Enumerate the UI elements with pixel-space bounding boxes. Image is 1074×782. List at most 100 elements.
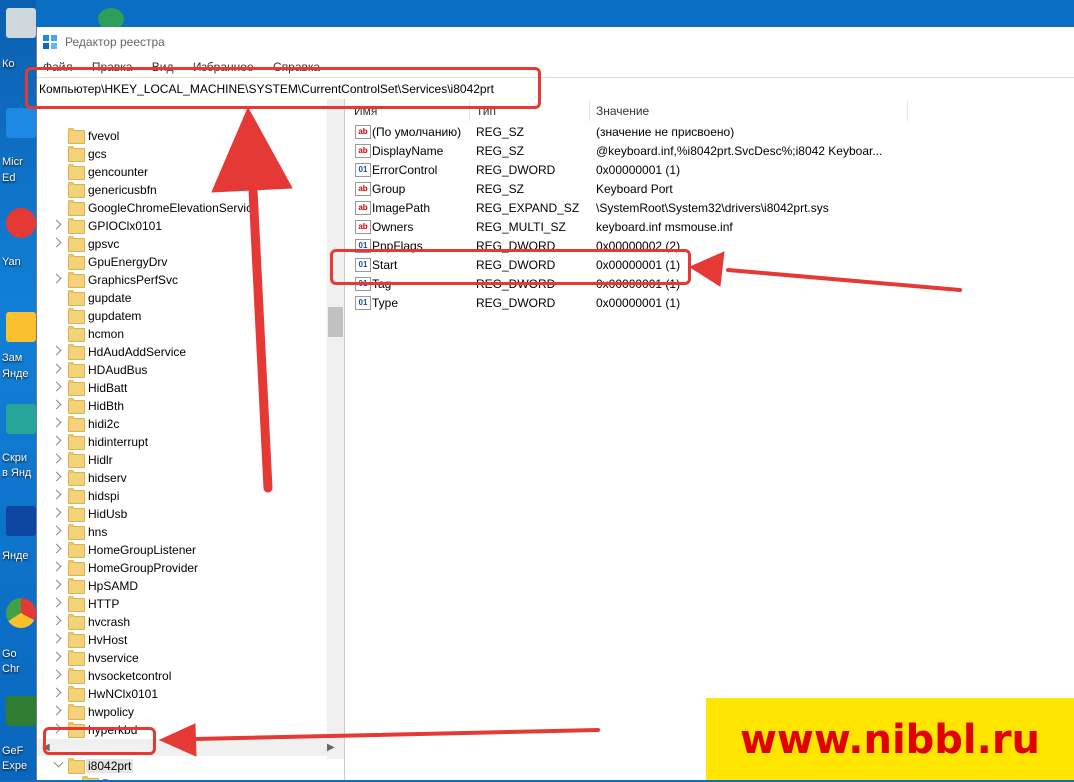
string-value-icon: ab bbox=[355, 125, 371, 139]
tree-item[interactable]: GraphicsPerfSvc bbox=[37, 271, 337, 289]
value-row[interactable]: 01 Type REG_DWORD 0x00000001 (1) bbox=[348, 293, 1068, 312]
tree-item[interactable]: HomeGroupListener bbox=[37, 541, 337, 559]
chevron-right-icon[interactable] bbox=[51, 453, 62, 464]
chevron-right-icon[interactable] bbox=[51, 561, 62, 572]
tree-item[interactable]: GPIOClx0101 bbox=[37, 217, 337, 235]
tree-item[interactable]: i8042prt bbox=[37, 757, 337, 775]
tree-item[interactable]: hidi2c bbox=[37, 415, 337, 433]
chevron-right-icon[interactable] bbox=[51, 615, 62, 626]
chevron-right-icon[interactable] bbox=[51, 471, 62, 482]
folder-icon bbox=[68, 650, 85, 666]
yandex-disk-icon[interactable] bbox=[6, 506, 36, 536]
tree-item[interactable]: hvcrash bbox=[37, 613, 337, 631]
geforce-icon[interactable] bbox=[6, 696, 36, 726]
value-row[interactable]: ab Group REG_SZ Keyboard Port bbox=[348, 179, 1068, 198]
value-row[interactable]: ab (По умолчанию) REG_SZ (значение не присв… bbox=[348, 122, 1068, 141]
tree-item[interactable]: HTTP bbox=[37, 595, 337, 613]
tree-item[interactable]: hidinterrupt bbox=[37, 433, 337, 451]
value-type: REG_DWORD bbox=[476, 296, 556, 310]
title-bar[interactable]: Редактор реестра bbox=[37, 27, 1074, 57]
chevron-right-icon[interactable] bbox=[51, 237, 62, 248]
value-data: 0x00000001 (1) bbox=[596, 163, 681, 177]
tree-item[interactable]: hns bbox=[37, 523, 337, 541]
tree-item[interactable]: hcmon bbox=[37, 325, 337, 343]
tree-scroll-thumb[interactable] bbox=[328, 307, 343, 337]
tree-item[interactable]: HDAudBus bbox=[37, 361, 337, 379]
value-row[interactable]: ab DisplayName REG_SZ @keyboard.inf,%i8042p… bbox=[348, 141, 1068, 160]
tree-item[interactable]: HpSAMD bbox=[37, 577, 337, 595]
chevron-right-icon[interactable] bbox=[51, 381, 62, 392]
edge-icon[interactable] bbox=[6, 108, 36, 138]
notes-icon[interactable] bbox=[6, 312, 36, 342]
tree-item[interactable]: fvevol bbox=[37, 127, 337, 145]
chevron-right-icon[interactable] bbox=[51, 687, 62, 698]
tree-item[interactable]: HidUsb bbox=[37, 505, 337, 523]
tree-item-label: HidBth bbox=[88, 399, 125, 413]
folder-icon bbox=[68, 200, 85, 216]
tree-item[interactable]: genericusbfn bbox=[37, 181, 337, 199]
registry-editor-window: Редактор реестра Файл Правка Вид Избранн… bbox=[36, 27, 1074, 780]
tree-item[interactable]: gcs bbox=[37, 145, 337, 163]
tree-item[interactable]: Hidlr bbox=[37, 451, 337, 469]
chevron-right-icon[interactable] bbox=[51, 633, 62, 644]
chevron-down-icon[interactable] bbox=[53, 757, 64, 768]
tree-item[interactable]: Parameters bbox=[51, 775, 344, 780]
chrome-icon[interactable] bbox=[6, 598, 36, 628]
window-title: Редактор реестра bbox=[65, 35, 165, 49]
tree-item[interactable]: gencounter bbox=[37, 163, 337, 181]
chevron-right-icon[interactable] bbox=[51, 525, 62, 536]
tree-item[interactable]: hidspi bbox=[37, 487, 337, 505]
tree-item[interactable]: hwpolicy bbox=[37, 703, 337, 721]
tree-item[interactable]: HwNClx0101 bbox=[37, 685, 337, 703]
value-name: Group bbox=[372, 182, 406, 196]
tree-item[interactable]: gupdatem bbox=[37, 307, 337, 325]
desktop-label: Янде bbox=[2, 368, 29, 380]
tree-item[interactable]: hvsocketcontrol bbox=[37, 667, 337, 685]
tree-item[interactable]: HidBatt bbox=[37, 379, 337, 397]
value-row[interactable]: 01 ErrorControl REG_DWORD 0x00000001 (1) bbox=[348, 160, 1068, 179]
chevron-right-icon[interactable] bbox=[51, 219, 62, 230]
value-row[interactable]: ab ImagePath REG_EXPAND_SZ \SystemRoot\Syst… bbox=[348, 198, 1068, 217]
yandex-icon[interactable] bbox=[6, 208, 36, 238]
value-row[interactable]: ab Owners REG_MULTI_SZ keyboard.inf msmouse… bbox=[348, 217, 1068, 236]
chevron-right-icon[interactable] bbox=[51, 597, 62, 608]
chevron-right-icon[interactable] bbox=[51, 489, 62, 500]
screenshot-icon[interactable] bbox=[6, 404, 36, 434]
chevron-right-icon[interactable] bbox=[51, 579, 62, 590]
value-name: (По умолчанию) bbox=[372, 125, 462, 139]
scroll-right-arrow-icon[interactable]: ▶ bbox=[327, 742, 335, 753]
tree-item[interactable]: gupdate bbox=[37, 289, 337, 307]
tree-item[interactable]: HomeGroupProvider bbox=[37, 559, 337, 577]
chevron-right-icon[interactable] bbox=[51, 669, 62, 680]
tree-item[interactable]: GpuEnergyDrv bbox=[37, 253, 337, 271]
chevron-right-icon[interactable] bbox=[51, 543, 62, 554]
recycle-bin-icon[interactable] bbox=[6, 8, 36, 38]
chevron-right-icon[interactable] bbox=[51, 363, 62, 374]
tree-item-label: gcs bbox=[88, 147, 107, 161]
chevron-right-icon[interactable] bbox=[51, 273, 62, 284]
desktop-label: Expe bbox=[2, 760, 28, 772]
tree-item[interactable]: hvservice bbox=[37, 649, 337, 667]
folder-icon bbox=[68, 308, 85, 324]
tree-item-label: hidinterrupt bbox=[88, 435, 149, 449]
chevron-right-icon[interactable] bbox=[51, 651, 62, 662]
desktop-label: Yan bbox=[2, 256, 21, 268]
tree-item[interactable]: HidBth bbox=[37, 397, 337, 415]
column-header-data[interactable]: Значение bbox=[590, 101, 908, 121]
tree-item-label: hidspi bbox=[88, 489, 120, 503]
tree-item[interactable]: gpsvc bbox=[37, 235, 337, 253]
tree-item[interactable]: GoogleChromeElevationService bbox=[37, 199, 337, 217]
tree-item[interactable]: hidserv bbox=[37, 469, 337, 487]
tree-vertical-scrollbar[interactable] bbox=[327, 99, 344, 759]
binary-value-icon: 01 bbox=[355, 296, 371, 310]
tree-item[interactable]: HdAudAddService bbox=[37, 343, 337, 361]
tree-item[interactable]: HvHost bbox=[37, 631, 337, 649]
chevron-right-icon[interactable] bbox=[51, 435, 62, 446]
chevron-right-icon[interactable] bbox=[51, 417, 62, 428]
chevron-right-icon[interactable] bbox=[51, 507, 62, 518]
desktop-label: Ed bbox=[2, 172, 16, 184]
chevron-right-icon[interactable] bbox=[51, 345, 62, 356]
chevron-right-icon[interactable] bbox=[51, 705, 62, 716]
desktop-strip: Ко Micr Ed Yan Зам Янде Скри в Янд Янде … bbox=[0, 0, 36, 780]
chevron-right-icon[interactable] bbox=[51, 399, 62, 410]
